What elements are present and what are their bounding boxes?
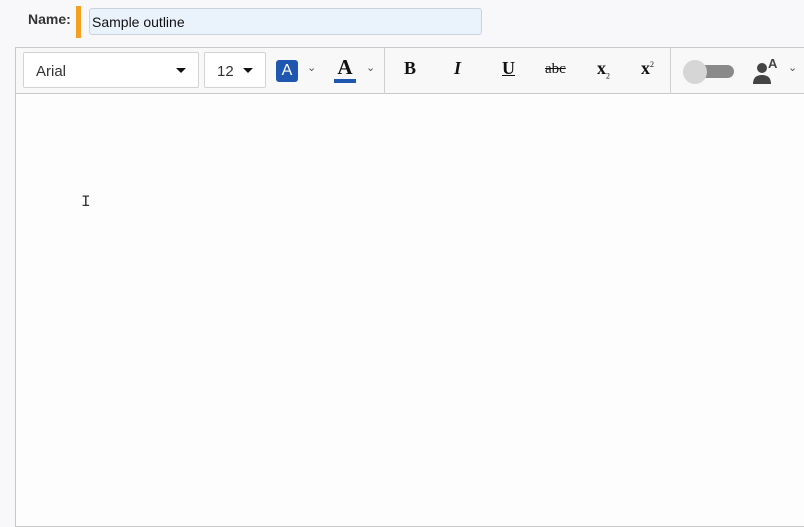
font-size-value: 12 xyxy=(217,63,234,80)
subscript-button[interactable]: x2 xyxy=(597,58,610,81)
text-cursor-icon: I xyxy=(81,193,91,211)
strikethrough-button[interactable]: abc xyxy=(545,61,566,78)
highlight-color-button[interactable]: A xyxy=(276,60,298,82)
toggle-switch[interactable] xyxy=(683,60,734,84)
chevron-down-icon[interactable]: ⌄ xyxy=(366,61,375,74)
subscript-mark: 2 xyxy=(606,71,610,81)
required-indicator xyxy=(76,6,81,38)
toolbar-divider xyxy=(384,48,385,94)
font-size-select[interactable]: 12 xyxy=(204,52,266,88)
bold-button[interactable]: B xyxy=(404,58,416,79)
caret-down-icon xyxy=(243,68,253,73)
highlight-icon: A xyxy=(281,62,293,79)
chevron-down-icon[interactable]: ⌄ xyxy=(307,61,316,74)
italic-button[interactable]: I xyxy=(454,58,461,79)
font-family-select[interactable]: Arial xyxy=(23,52,199,88)
superscript-button[interactable]: x2 xyxy=(641,58,654,79)
toggle-knob xyxy=(683,60,707,84)
caret-down-icon xyxy=(176,68,186,73)
underline-button[interactable]: U xyxy=(502,58,515,79)
font-color-button[interactable]: A xyxy=(334,55,356,83)
superscript-mark: 2 xyxy=(650,60,654,69)
chevron-down-icon[interactable]: ⌄ xyxy=(788,61,797,74)
person-letter: A xyxy=(768,56,778,71)
font-color-bar xyxy=(334,79,356,83)
font-family-value: Arial xyxy=(36,63,67,80)
superscript-icon: x xyxy=(641,58,650,78)
font-color-icon: A xyxy=(337,55,353,79)
name-label: Name: xyxy=(28,11,71,27)
toolbar-divider xyxy=(670,48,671,94)
toolbar: Arial 12 A ⌄ A ⌄ B I U abc x2 x2 A ⌄ xyxy=(16,48,804,94)
person-font-button[interactable]: A xyxy=(753,56,783,86)
rich-text-editor[interactable]: Arial 12 A ⌄ A ⌄ B I U abc x2 x2 A ⌄ I xyxy=(15,47,804,527)
name-input[interactable] xyxy=(89,8,482,35)
subscript-icon: x xyxy=(597,58,606,78)
